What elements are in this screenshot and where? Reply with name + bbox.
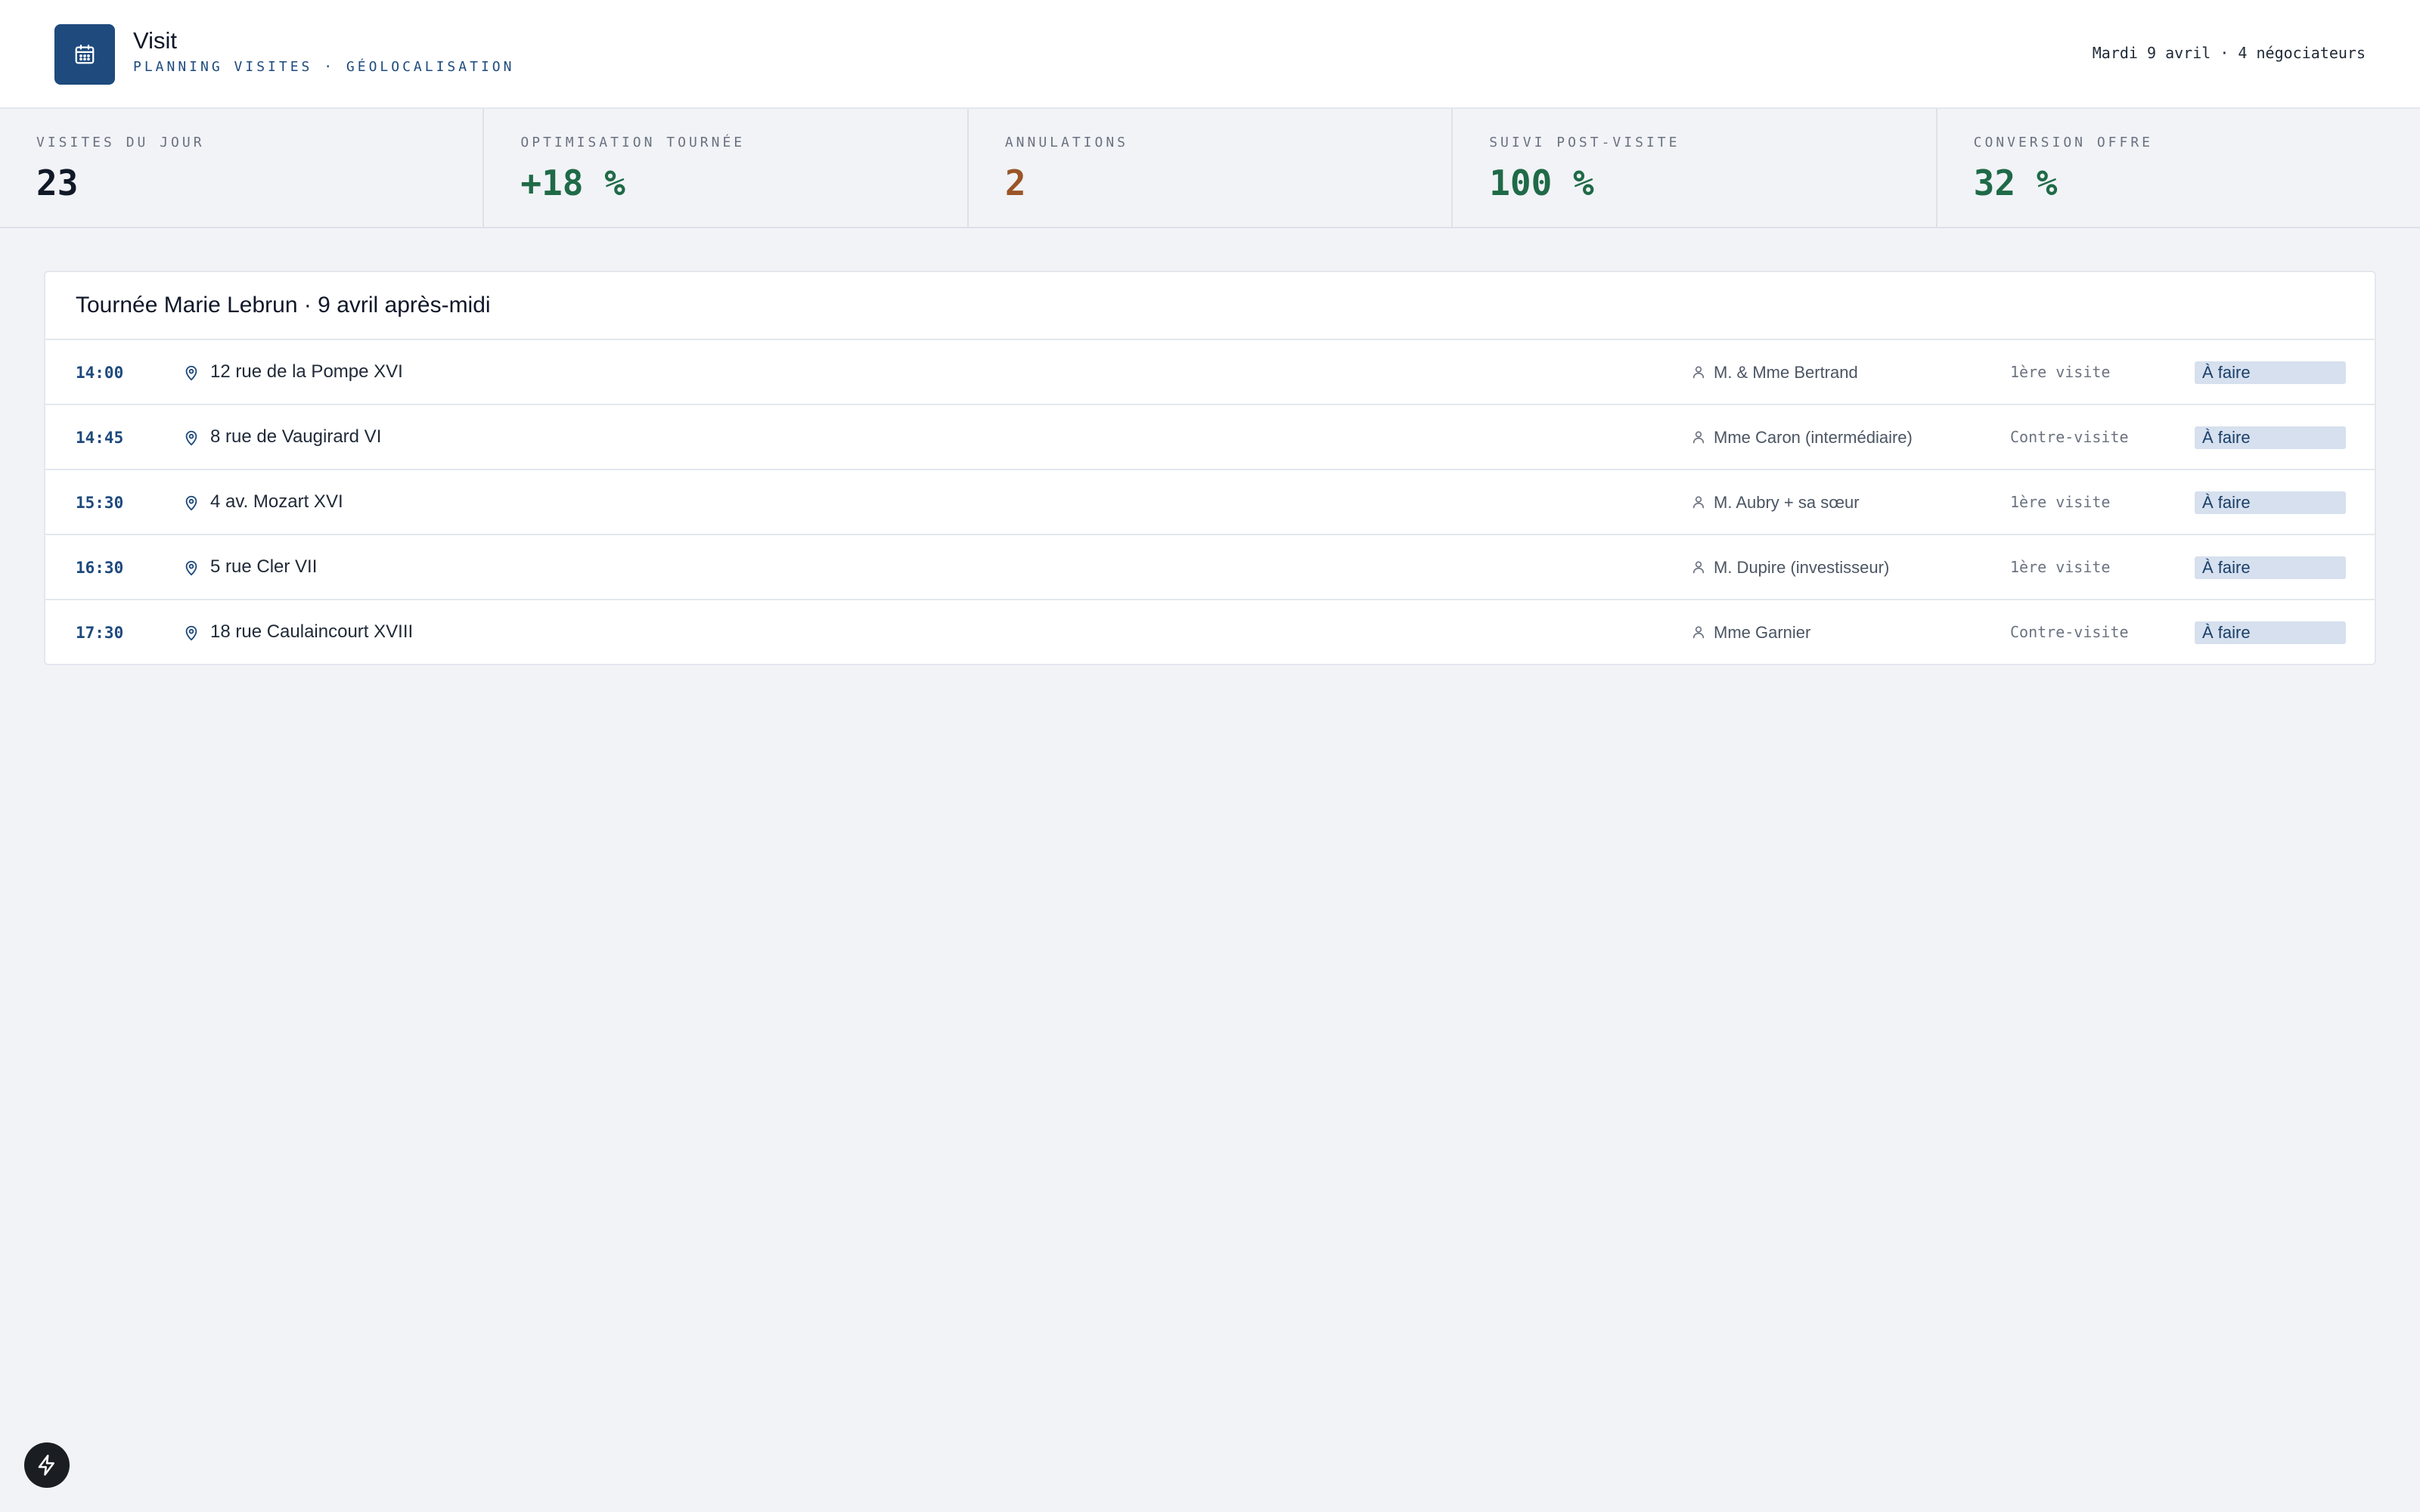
quick-action-button[interactable]	[24, 1442, 70, 1488]
visit-address: 5 rue Cler VII	[210, 556, 318, 577]
visit-contact: M. & Mme Bertrand	[1714, 363, 1858, 382]
person-icon	[1692, 366, 1705, 379]
kpi-value: 23	[36, 163, 79, 203]
visit-contact: M. Aubry + sa sœur	[1714, 493, 1860, 512]
visit-address: 12 rue de la Pompe XVI	[210, 361, 403, 382]
visit-status-badge[interactable]: À faire	[2195, 621, 2346, 644]
person-icon	[1692, 561, 1705, 574]
visit-address: 8 rue de Vaugirard VI	[210, 426, 382, 447]
visit-status-badge[interactable]: À faire	[2195, 361, 2346, 384]
kpi-band: VISITES DU JOUR 23 OPTIMISATION TOURNÉE …	[0, 109, 2420, 228]
visit-time: 14:00	[76, 364, 124, 382]
person-icon	[1692, 496, 1705, 509]
kpi-value: 100 %	[1489, 163, 1594, 203]
header-date-meta: Mardi 9 avril · 4 négociateurs	[2092, 44, 2366, 62]
map-pin-icon	[185, 560, 197, 576]
app-title: Visit	[133, 27, 178, 54]
kpi-conversion-offre: CONVERSION OFFRE 32 %	[1938, 109, 2420, 227]
kpi-label: ANNULATIONS	[1004, 135, 1129, 150]
visit-row[interactable]: 14:00 12 rue de la Pompe XVI M. & Mme Be…	[45, 340, 2375, 405]
visit-type: 1ère visite	[2010, 363, 2111, 381]
kpi-label: CONVERSION OFFRE	[1973, 135, 2154, 150]
app-header: Visit PLANNING VISITES · GÉOLOCALISATION…	[0, 0, 2420, 109]
visit-time: 15:30	[76, 494, 124, 512]
visit-status-badge[interactable]: À faire	[2195, 491, 2346, 514]
map-pin-icon	[185, 365, 197, 381]
visit-type: 1ère visite	[2010, 493, 2111, 511]
kpi-visites-du-jour: VISITES DU JOUR 23	[0, 109, 485, 227]
visit-time: 16:30	[76, 559, 124, 577]
visit-address: 18 rue Caulaincourt XVIII	[210, 621, 414, 642]
kpi-value: 32 %	[1973, 163, 2058, 203]
visit-row[interactable]: 15:30 4 av. Mozart XVI M. Aubry + sa sœu…	[45, 470, 2375, 535]
visit-contact: M. Dupire (investisseur)	[1714, 558, 1890, 577]
visit-contact: Mme Caron (intermédiaire)	[1714, 428, 1913, 447]
person-icon	[1692, 626, 1705, 639]
kpi-label: VISITES DU JOUR	[36, 135, 205, 150]
kpi-optimisation-tournee: OPTIMISATION TOURNÉE +18 %	[484, 109, 969, 227]
visit-time: 17:30	[76, 624, 124, 642]
visit-row[interactable]: 17:30 18 rue Caulaincourt XVIII Mme Garn…	[45, 600, 2375, 664]
visit-type: Contre-visite	[2010, 623, 2129, 641]
visit-address: 4 av. Mozart XVI	[210, 491, 343, 512]
kpi-value: +18 %	[520, 163, 625, 203]
visit-status-badge[interactable]: À faire	[2195, 556, 2346, 579]
visit-type: Contre-visite	[2010, 428, 2129, 446]
tour-title: Tournée Marie Lebrun · 9 avril après-mid…	[45, 272, 2375, 340]
kpi-value: 2	[1004, 163, 1026, 203]
person-icon	[1692, 431, 1705, 444]
visit-status-badge[interactable]: À faire	[2195, 426, 2346, 449]
app-logo	[54, 24, 115, 85]
calendar-icon	[75, 45, 95, 64]
visit-row[interactable]: 14:45 8 rue de Vaugirard VI Mme Caron (i…	[45, 405, 2375, 470]
map-pin-icon	[185, 495, 197, 511]
tour-card: Tournée Marie Lebrun · 9 avril après-mid…	[44, 271, 2376, 665]
visit-row[interactable]: 16:30 5 rue Cler VII M. Dupire (investis…	[45, 535, 2375, 600]
visit-type: 1ère visite	[2010, 558, 2111, 576]
kpi-annulations: ANNULATIONS 2	[969, 109, 1454, 227]
visit-contact: Mme Garnier	[1714, 623, 1811, 642]
kpi-label: OPTIMISATION TOURNÉE	[520, 135, 746, 150]
app-subtitle: PLANNING VISITES · GÉOLOCALISATION	[133, 59, 515, 75]
bolt-icon	[38, 1455, 54, 1476]
visit-time: 14:45	[76, 429, 124, 447]
map-pin-icon	[185, 430, 197, 446]
kpi-label: SUIVI POST-VISITE	[1489, 135, 1680, 150]
kpi-suivi-post-visite: SUIVI POST-VISITE 100 %	[1453, 109, 1938, 227]
map-pin-icon	[185, 625, 197, 641]
